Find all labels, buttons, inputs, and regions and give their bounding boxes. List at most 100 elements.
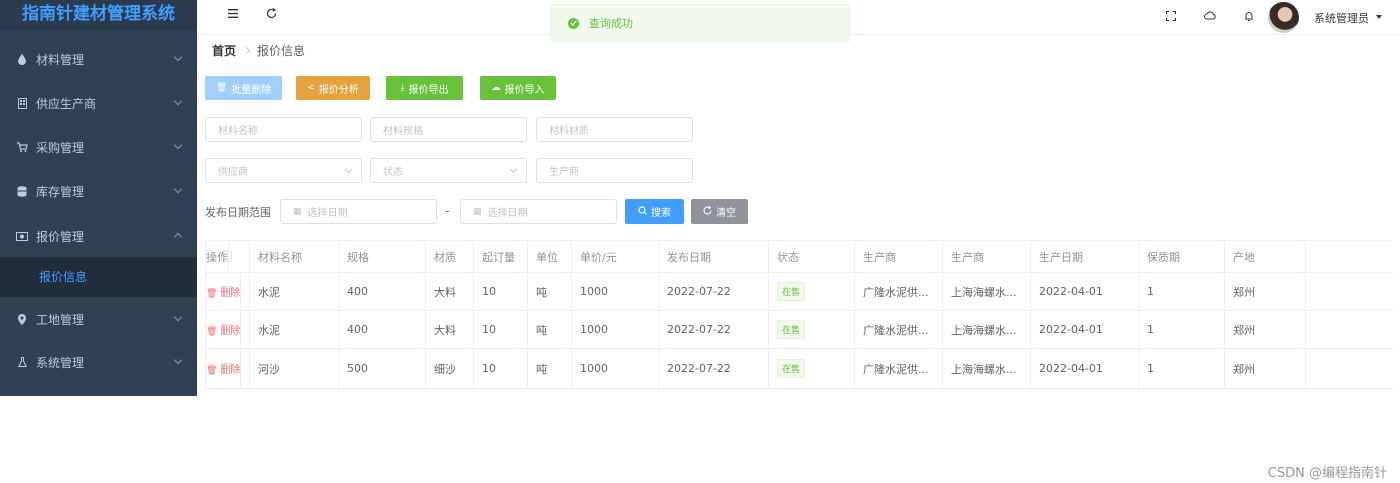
placeholder: 供应商 [218, 167, 248, 178]
clear-button[interactable]: 清空 [691, 199, 748, 224]
placeholder: 状态 [383, 167, 403, 178]
placeholder: 材料规格 [383, 126, 423, 137]
column-header: 单位 [528, 241, 572, 272]
date-start-picker[interactable]: ▦ 选择日期 [280, 199, 437, 224]
breadcrumb-current: 报价信息 [257, 44, 306, 58]
table-row: 河沙 500 细沙 10 吨 1000 2022-07-22 在售 广隆水泥供... 上海海螺水.… [206, 349, 1393, 389]
fullscreen-icon[interactable] [1164, 9, 1178, 23]
username[interactable]: 系统管理员 [1314, 10, 1369, 26]
money-icon [16, 230, 28, 242]
sidebar-item-label: 工地管理 [36, 312, 85, 327]
status-select[interactable]: 状态 [370, 158, 527, 183]
download-icon: ⤓ [400, 83, 405, 93]
chevron-down-icon [344, 165, 353, 174]
status-cell: 在售 [769, 273, 855, 310]
sidebar-item-purchasing[interactable]: 采购管理 [0, 125, 197, 169]
action-cell: 🗑 删除 [206, 349, 242, 388]
sidebar-item-label: 采购管理 [36, 140, 85, 155]
chevron-down-icon [173, 52, 183, 62]
material-name-input[interactable]: 材料名称 [205, 117, 362, 142]
trash-icon: 🗑 [215, 83, 228, 93]
search-icon [638, 205, 647, 218]
building-icon [16, 97, 28, 109]
header-divider [197, 34, 1400, 35]
table-cell: 2022-04-01 [1031, 349, 1139, 388]
placeholder: 材料材质 [549, 126, 589, 137]
table-cell: 10 [474, 349, 528, 388]
column-header: 材料名称 [250, 241, 339, 272]
table-cell: 郑州 [1225, 273, 1306, 310]
app-logo-title: 指南针建材管理系统 [0, 0, 197, 30]
column-header: 规格 [339, 241, 426, 272]
column-header: 生产日期 [1031, 241, 1139, 272]
chevron-down-icon [509, 165, 518, 174]
table-cell: 2022-07-22 [659, 273, 769, 310]
sidebar-item-label: 材料管理 [36, 52, 85, 67]
table-cell: 2022-07-22 [659, 349, 769, 388]
sidebar-item-inventory[interactable]: 库存管理 [0, 169, 197, 213]
button-label: 搜索 [651, 208, 671, 219]
delete-label: 删除 [220, 288, 241, 299]
quote-export-button[interactable]: ⤓ 报价导出 [386, 76, 463, 100]
button-label: 报价分析 [318, 84, 359, 96]
search-button[interactable]: 搜索 [625, 199, 684, 224]
calendar-icon: ▦ [473, 206, 482, 217]
table-row: 水泥 400 大料 10 吨 1000 2022-07-22 在售 广隆水泥供... 上海海螺水.… [206, 273, 1393, 311]
avatar[interactable] [1268, 2, 1299, 33]
sidebar-item-suppliers[interactable]: 供应生产商 [0, 81, 197, 125]
table-cell: 水泥 [250, 273, 339, 310]
sidebar-subitem-quote-info[interactable]: 报价信息 [0, 257, 197, 297]
button-label: 批量删除 [231, 84, 272, 96]
sidebar-item-label: 库存管理 [36, 184, 85, 199]
placeholder: 生产商 [549, 167, 579, 178]
column-header: 保质期 [1139, 241, 1225, 272]
supplier-select[interactable]: 供应商 [205, 158, 362, 183]
check-circle-icon [568, 17, 579, 29]
sidebar-item-materials[interactable]: 材料管理 [0, 37, 197, 81]
delete-label: 删除 [220, 365, 241, 376]
placeholder: 选择日期 [307, 208, 348, 219]
delete-button[interactable]: 🗑 删除 [206, 322, 240, 337]
quote-import-button[interactable]: ☁ 报价导入 [480, 76, 556, 100]
column-header: 单价/元 [572, 241, 659, 272]
status-cell: 在售 [769, 311, 855, 348]
chevron-down-icon [173, 140, 183, 150]
table-cell: 2022-04-01 [1031, 273, 1139, 310]
cloud-upload-icon: ☁ [491, 83, 501, 93]
caret-down-icon[interactable] [1376, 15, 1382, 19]
material-spec-input[interactable]: 材料规格 [370, 117, 527, 142]
material-quality-input[interactable]: 材料材质 [536, 117, 693, 142]
table-cell: 400 [339, 311, 426, 348]
quote-analyze-button[interactable]: < 报价分析 [296, 76, 370, 100]
table-cell: 河沙 [250, 349, 339, 388]
sidebar-item-quotes[interactable]: 报价管理 [0, 214, 197, 258]
table-cell: 广隆水泥供... [855, 311, 943, 348]
table-cell: 1000 [572, 311, 659, 348]
date-end-picker[interactable]: ▦ 选择日期 [460, 199, 617, 224]
chevron-down-icon [173, 355, 183, 365]
table-cell: 2022-07-22 [659, 311, 769, 348]
batch-delete-button[interactable]: 🗑 批量删除 [205, 76, 282, 100]
delete-button[interactable]: 🗑 删除 [206, 284, 240, 299]
column-header: 生产商 [855, 241, 943, 272]
manufacturer-input[interactable]: 生产商 [536, 158, 693, 183]
sidebar-item-system[interactable]: 系统管理 [0, 340, 197, 384]
trash-icon: 🗑 [206, 289, 218, 299]
sidebar-item-sites[interactable]: 工地管理 [0, 297, 197, 341]
bell-icon[interactable] [1242, 9, 1256, 23]
refresh-icon[interactable] [264, 6, 278, 20]
table-cell: 广隆水泥供... [855, 349, 943, 388]
table-cell: 2022-04-01 [1031, 311, 1139, 348]
table-row: 水泥 400 大料 10 吨 1000 2022-07-22 在售 广隆水泥供... 上海海螺水.… [206, 311, 1393, 349]
status-cell: 在售 [769, 349, 855, 388]
sidebar: 指南针建材管理系统 材料管理 供应生产商 采购管理 库存管理 报价管理 报价信息… [0, 0, 197, 396]
delete-button[interactable]: 🗑 删除 [206, 361, 240, 376]
chevron-down-icon [173, 184, 183, 194]
column-header: 生产商 [943, 241, 1031, 272]
menu-toggle-icon[interactable] [226, 6, 240, 20]
table-cell: 吨 [528, 273, 572, 310]
watermark: CSDN @编程指南针 [1267, 466, 1387, 481]
cloud-icon[interactable] [1203, 9, 1217, 23]
breadcrumb-home[interactable]: 首页 [212, 42, 236, 59]
sidebar-item-label: 系统管理 [36, 355, 85, 370]
